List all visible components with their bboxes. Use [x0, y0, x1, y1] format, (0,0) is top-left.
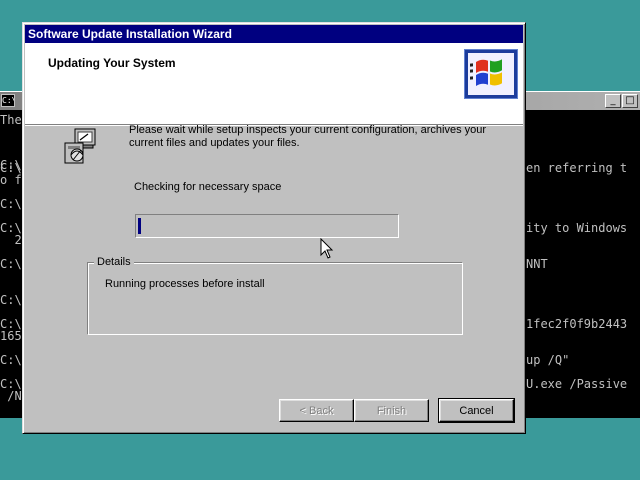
page-title: Updating Your System — [48, 56, 176, 70]
maximize-button[interactable]: □ — [622, 94, 638, 108]
console-system-icon[interactable]: C:\ — [1, 94, 15, 107]
console-line: o f — [0, 173, 22, 187]
console-line: The — [0, 113, 22, 127]
console-line: C:\ — [0, 257, 22, 271]
minimize-button[interactable]: _ — [605, 94, 621, 108]
mouse-cursor-icon — [320, 238, 334, 259]
header-panel: Updating Your System — [25, 43, 523, 126]
status-label: Checking for necessary space — [134, 181, 282, 193]
console-line-tail: U.exe /Passive — [526, 377, 628, 391]
windows-logo-icon — [464, 49, 518, 99]
console-line: 165 — [0, 329, 22, 343]
finish-button[interactable]: Finish — [354, 399, 429, 422]
progress-bar — [135, 214, 399, 238]
intro-text: Please wait while setup inspects your cu… — [129, 124, 487, 149]
console-line-tail: up /Q" — [526, 353, 570, 367]
computer-setup-icon — [63, 127, 99, 165]
cancel-button[interactable]: Cancel — [438, 398, 515, 423]
wizard-dialog: Software Update Installation Wizard Upda… — [22, 22, 526, 434]
console-line-tail: 1fec2f0f9b2443 — [526, 317, 628, 331]
console-line-tail: NNT — [526, 257, 548, 271]
details-group: Details Running processes before install — [87, 256, 463, 335]
details-text: Running processes before install — [105, 278, 265, 290]
console-line-tail: en referring t — [526, 161, 628, 175]
console-line-tail: ity to Windows — [526, 221, 628, 235]
console-line: C:\ — [0, 353, 22, 367]
console-line: /N — [0, 389, 22, 403]
back-button[interactable]: < Back — [279, 399, 354, 422]
console-line: C:\ — [0, 197, 22, 211]
progress-fill — [138, 218, 141, 234]
dialog-title[interactable]: Software Update Installation Wizard — [25, 25, 523, 43]
console-line: C:\ — [0, 293, 22, 307]
details-label: Details — [94, 256, 134, 268]
